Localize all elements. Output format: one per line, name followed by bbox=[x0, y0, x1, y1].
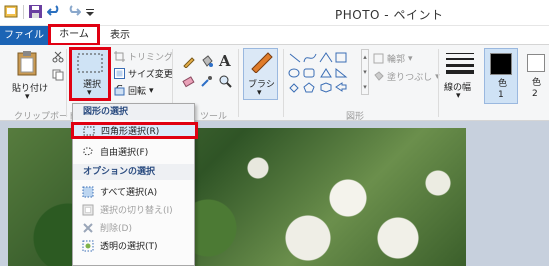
rotate-icon bbox=[114, 85, 125, 96]
fill-bucket-icon[interactable] bbox=[200, 55, 213, 68]
shape-selection-header: 図形の選択 bbox=[73, 104, 194, 120]
select-dropdown-menu: 図形の選択 四角形選択(R) 自由選択(F) オプションの選択 すべて選択(A)… bbox=[71, 103, 198, 266]
cut-icon[interactable] bbox=[52, 51, 64, 63]
tab-home[interactable]: ホーム bbox=[48, 24, 100, 46]
fill-button[interactable]: 塗りつぶし ▾ bbox=[373, 70, 440, 83]
brush-dropdown-icon: ▾ bbox=[257, 88, 262, 98]
rect-select-icon bbox=[83, 125, 95, 137]
menu-select-all[interactable]: すべて選択(A) bbox=[73, 183, 194, 200]
copy-icon[interactable] bbox=[52, 69, 64, 81]
color1-swatch bbox=[490, 53, 512, 75]
outline-button[interactable]: 輪郭 ▾ bbox=[373, 52, 413, 65]
menu-free-select[interactable]: 自由選択(F) bbox=[73, 143, 194, 160]
trim-button[interactable]: トリミング bbox=[114, 50, 173, 63]
resize-button[interactable]: サイズ変更 bbox=[114, 67, 173, 80]
paste-dropdown-icon: ▾ bbox=[25, 92, 30, 102]
resize-icon bbox=[114, 68, 125, 79]
menu-invert-selection[interactable]: 選択の切り替え(I) bbox=[73, 201, 194, 218]
line-width-dropdown-icon: ▾ bbox=[456, 91, 461, 101]
option-selection-header: オプションの選択 bbox=[73, 164, 194, 180]
customize-toolbar-icon[interactable] bbox=[85, 4, 100, 19]
brush-button[interactable]: ブラシ ▾ bbox=[243, 48, 278, 100]
pencil-icon[interactable] bbox=[182, 55, 195, 68]
tab-file[interactable]: ファイル bbox=[0, 26, 48, 45]
color2-swatch bbox=[526, 54, 545, 72]
redo-icon[interactable] bbox=[66, 4, 81, 19]
save-icon[interactable] bbox=[28, 4, 43, 19]
shapes-scroll[interactable]: ▴ ▾ ▾ bbox=[361, 49, 369, 95]
line-width-icon bbox=[446, 53, 474, 74]
rotate-button[interactable]: 回転 ▾ bbox=[114, 84, 154, 97]
quick-access-toolbar bbox=[4, 4, 100, 19]
color1-button[interactable]: 色 1 bbox=[484, 48, 518, 104]
free-select-icon bbox=[82, 146, 94, 158]
color-picker-icon[interactable] bbox=[200, 75, 213, 88]
undo-icon[interactable] bbox=[47, 4, 62, 19]
paste-icon bbox=[17, 51, 37, 76]
select-button[interactable]: 選択 ▾ bbox=[69, 47, 111, 101]
ribbon-tabs: ファイル ホーム 表示 bbox=[0, 24, 549, 46]
color1-label: 色 1 bbox=[498, 79, 508, 100]
magnifier-icon[interactable] bbox=[219, 75, 232, 88]
select-icon bbox=[77, 53, 103, 73]
invert-selection-icon bbox=[82, 204, 94, 216]
tab-view[interactable]: 表示 bbox=[110, 26, 130, 45]
rotate-dropdown-icon: ▾ bbox=[149, 85, 154, 96]
brush-icon bbox=[251, 52, 273, 73]
color2-button[interactable]: 色 2 bbox=[522, 48, 549, 104]
crop-icon bbox=[114, 51, 125, 62]
eraser-icon[interactable] bbox=[182, 75, 195, 88]
outline-icon bbox=[373, 53, 384, 64]
select-all-icon bbox=[82, 186, 94, 198]
select-label: 選択 bbox=[83, 80, 102, 90]
menu-transparent-selection[interactable]: 透明の選択(T) bbox=[73, 237, 194, 254]
title-bar: PHOTO - ペイント bbox=[0, 0, 549, 26]
fill-icon bbox=[373, 71, 384, 82]
line-width-button[interactable]: 線の幅 ▾ bbox=[442, 50, 478, 101]
delete-icon bbox=[82, 222, 94, 234]
shapes-gallery[interactable] bbox=[288, 50, 360, 94]
menu-rect-select[interactable]: 四角形選択(R) bbox=[71, 122, 198, 139]
text-tool-icon[interactable]: A bbox=[219, 52, 231, 70]
paste-button[interactable]: 貼り付け ▾ bbox=[8, 49, 48, 105]
color2-label: 色 2 bbox=[532, 78, 542, 99]
transparent-selection-icon bbox=[82, 240, 94, 252]
paste-label: 貼り付け bbox=[12, 84, 49, 94]
select-dropdown-icon: ▾ bbox=[87, 88, 92, 98]
paint-app-icon[interactable] bbox=[4, 4, 19, 19]
window-title: PHOTO - ペイント bbox=[335, 8, 444, 22]
menu-delete[interactable]: 削除(D) bbox=[73, 219, 194, 236]
